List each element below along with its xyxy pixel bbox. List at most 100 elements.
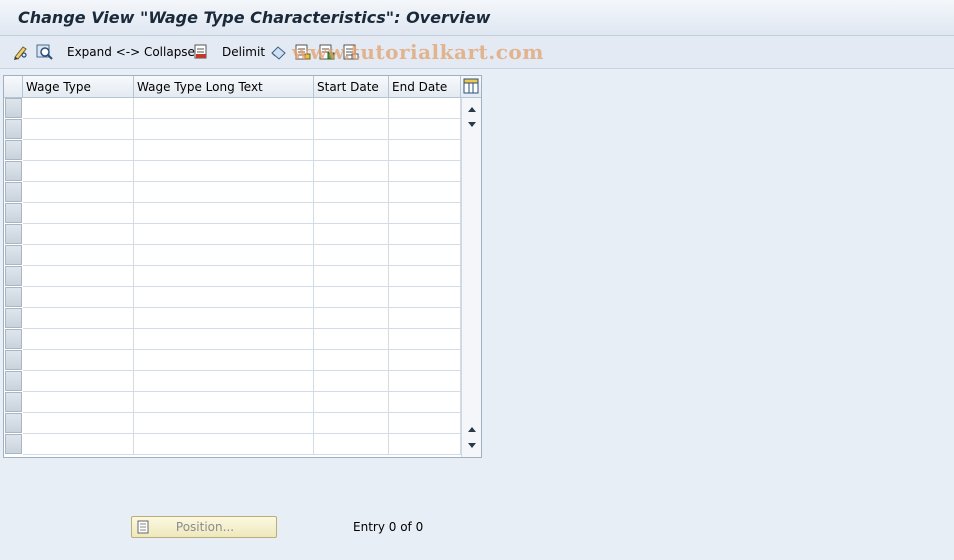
scroll-down-button[interactable] bbox=[465, 439, 479, 453]
select-all-rows-button[interactable] bbox=[4, 76, 23, 98]
table-cell[interactable] bbox=[134, 266, 314, 287]
column-header-start-date[interactable]: Start Date bbox=[314, 76, 389, 98]
table-cell[interactable] bbox=[389, 224, 461, 245]
row-selector[interactable] bbox=[5, 140, 22, 160]
table-cell[interactable] bbox=[23, 266, 134, 287]
table-cell[interactable] bbox=[134, 392, 314, 413]
row-selector[interactable] bbox=[5, 266, 22, 286]
table-cell[interactable] bbox=[134, 140, 314, 161]
display-change-button[interactable] bbox=[12, 42, 30, 62]
undo-button[interactable] bbox=[270, 42, 288, 62]
table-cell[interactable] bbox=[134, 308, 314, 329]
row-selector[interactable] bbox=[5, 287, 22, 307]
table-cell[interactable] bbox=[23, 182, 134, 203]
table-cell[interactable] bbox=[23, 224, 134, 245]
table-cell[interactable] bbox=[389, 287, 461, 308]
table-cell[interactable] bbox=[23, 203, 134, 224]
table-cell[interactable] bbox=[134, 287, 314, 308]
table-cell[interactable] bbox=[134, 203, 314, 224]
table-cell[interactable] bbox=[134, 119, 314, 140]
table-cell[interactable] bbox=[134, 329, 314, 350]
column-header-wage-type[interactable]: Wage Type bbox=[23, 76, 134, 98]
table-cell[interactable] bbox=[314, 140, 389, 161]
row-selector[interactable] bbox=[5, 308, 22, 328]
table-cell[interactable] bbox=[314, 182, 389, 203]
row-selector[interactable] bbox=[5, 329, 22, 349]
table-cell[interactable] bbox=[314, 98, 389, 119]
row-selector[interactable] bbox=[5, 203, 22, 223]
row-selector[interactable] bbox=[5, 119, 22, 139]
table-cell[interactable] bbox=[389, 413, 461, 434]
table-cell[interactable] bbox=[314, 119, 389, 140]
row-selector[interactable] bbox=[5, 182, 22, 202]
table-cell[interactable] bbox=[389, 308, 461, 329]
table-cell[interactable] bbox=[314, 434, 389, 455]
row-selector[interactable] bbox=[5, 392, 22, 412]
table-cell[interactable] bbox=[134, 371, 314, 392]
table-cell[interactable] bbox=[23, 413, 134, 434]
row-selector[interactable] bbox=[5, 161, 22, 181]
page-up-button[interactable] bbox=[465, 422, 479, 436]
table-cell[interactable] bbox=[389, 371, 461, 392]
table-cell[interactable] bbox=[314, 203, 389, 224]
row-selector[interactable] bbox=[5, 98, 22, 118]
table-cell[interactable] bbox=[23, 245, 134, 266]
table-cell[interactable] bbox=[314, 308, 389, 329]
row-selector[interactable] bbox=[5, 434, 22, 454]
table-cell[interactable] bbox=[23, 392, 134, 413]
column-settings-button[interactable] bbox=[461, 76, 481, 98]
table-cell[interactable] bbox=[389, 392, 461, 413]
table-cell[interactable] bbox=[314, 392, 389, 413]
table-cell[interactable] bbox=[134, 245, 314, 266]
row-selector[interactable] bbox=[5, 224, 22, 244]
table-cell[interactable] bbox=[134, 434, 314, 455]
table-cell[interactable] bbox=[23, 98, 134, 119]
table-cell[interactable] bbox=[314, 287, 389, 308]
table-cell[interactable] bbox=[389, 161, 461, 182]
table-cell[interactable] bbox=[314, 371, 389, 392]
scroll-up-button[interactable] bbox=[465, 102, 479, 116]
table-cell[interactable] bbox=[134, 413, 314, 434]
position-button[interactable]: Position... bbox=[131, 516, 277, 538]
page-down-button[interactable] bbox=[465, 118, 479, 132]
table-cell[interactable] bbox=[314, 413, 389, 434]
expand-collapse-button[interactable]: Expand <-> Collapse bbox=[67, 42, 195, 62]
table-cell[interactable] bbox=[389, 140, 461, 161]
table-cell[interactable] bbox=[23, 119, 134, 140]
table-cell[interactable] bbox=[134, 182, 314, 203]
table-cell[interactable] bbox=[23, 308, 134, 329]
table-cell[interactable] bbox=[314, 245, 389, 266]
row-selector[interactable] bbox=[5, 350, 22, 370]
table-cell[interactable] bbox=[314, 224, 389, 245]
table-cell[interactable] bbox=[389, 182, 461, 203]
table-cell[interactable] bbox=[389, 98, 461, 119]
table-cell[interactable] bbox=[23, 350, 134, 371]
row-selector[interactable] bbox=[5, 245, 22, 265]
row-selector[interactable] bbox=[5, 371, 22, 391]
table-cell[interactable] bbox=[314, 329, 389, 350]
find-button[interactable] bbox=[36, 42, 54, 62]
table-cell[interactable] bbox=[134, 350, 314, 371]
table-cell[interactable] bbox=[389, 245, 461, 266]
table-cell[interactable] bbox=[134, 224, 314, 245]
table-cell[interactable] bbox=[314, 266, 389, 287]
table-cell[interactable] bbox=[389, 350, 461, 371]
table-cell[interactable] bbox=[134, 98, 314, 119]
delimit-button[interactable]: Delimit bbox=[222, 42, 265, 62]
table-cell[interactable] bbox=[23, 140, 134, 161]
row-selector[interactable] bbox=[5, 413, 22, 433]
table-cell[interactable] bbox=[314, 161, 389, 182]
table-cell[interactable] bbox=[23, 371, 134, 392]
delimit-icon-button[interactable] bbox=[192, 42, 210, 62]
table-cell[interactable] bbox=[23, 329, 134, 350]
vertical-scrollbar[interactable] bbox=[461, 98, 481, 457]
table-cell[interactable] bbox=[134, 161, 314, 182]
table-cell[interactable] bbox=[389, 434, 461, 455]
column-header-long-text[interactable]: Wage Type Long Text bbox=[134, 76, 314, 98]
table-cell[interactable] bbox=[314, 350, 389, 371]
table-cell[interactable] bbox=[389, 329, 461, 350]
table-cell[interactable] bbox=[389, 119, 461, 140]
table-cell[interactable] bbox=[23, 161, 134, 182]
table-cell[interactable] bbox=[23, 287, 134, 308]
table-cell[interactable] bbox=[389, 203, 461, 224]
